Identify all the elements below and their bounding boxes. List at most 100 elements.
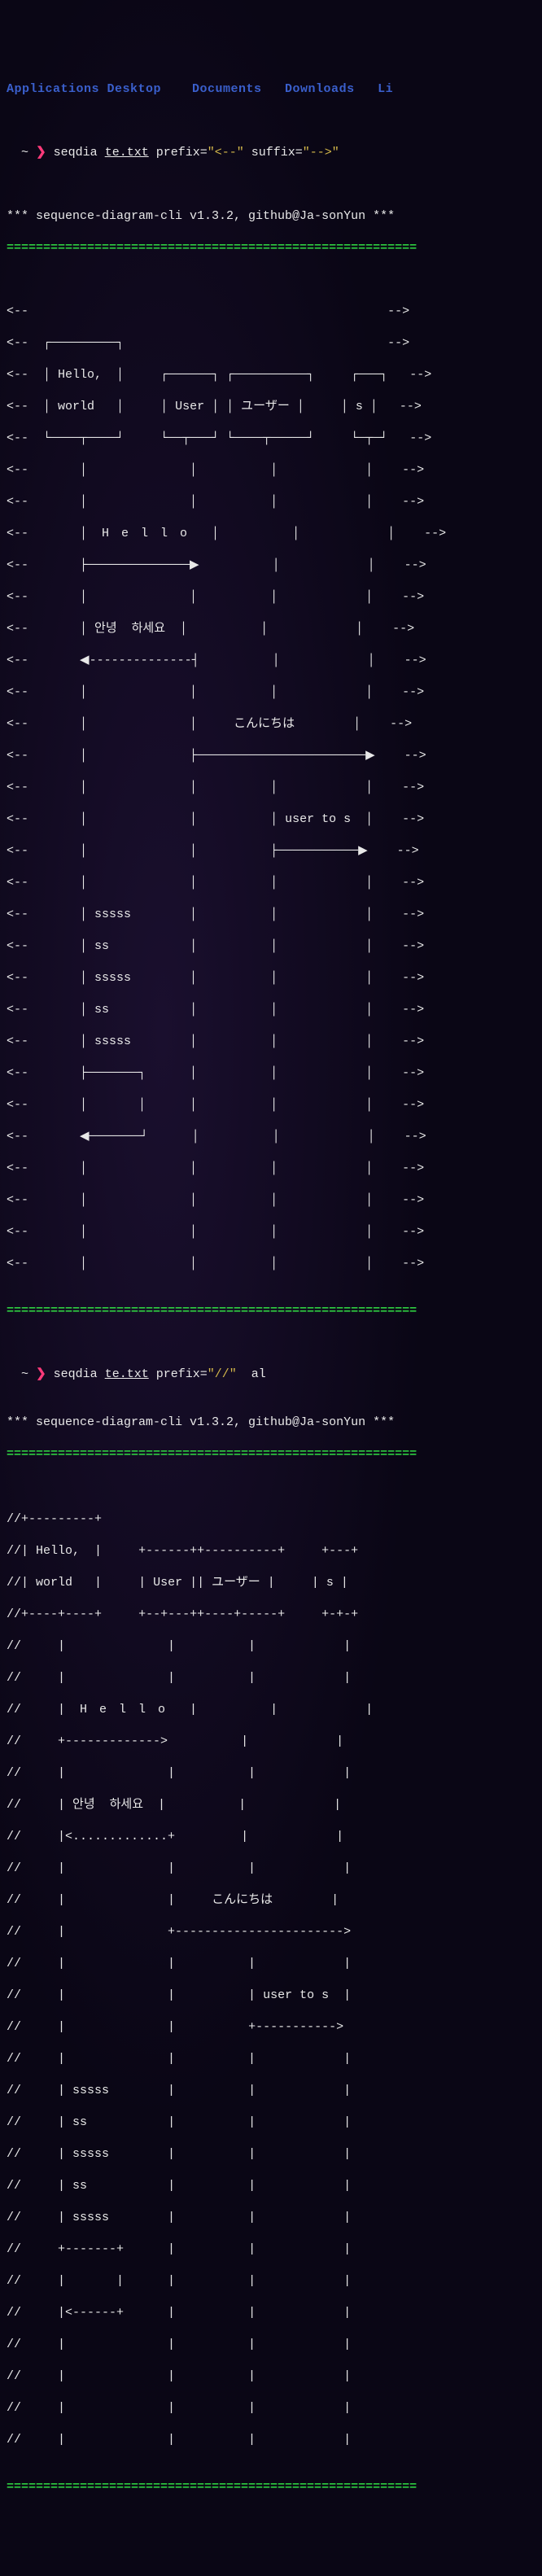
d1-row: <-- ◀───────┘ │ │ │ --> [7,1129,535,1145]
d2-row: // |<.............+ | | [7,1829,535,1845]
msg-sssss: sssss [72,2084,109,2097]
banner-line: *** sequence-diagram-cli v1.3.2, github@… [7,1415,535,1431]
d2-row: // | sssss | | | [7,2146,535,2163]
self-arrow-icon: ◀───────┘ [80,1130,148,1144]
d1-row: <-- ├──────────────▶ │ │ --> [7,558,535,574]
msg-ss: ss [72,2115,87,2129]
d2-row: // | | | | [7,1670,535,1686]
d2-row: //+----+----+ +--+---++----+-----+ +-+-+ [7,1607,535,1623]
separator: ========================================… [7,1446,535,1463]
d2-row: // | +-----------------------> [7,1924,535,1940]
separator: ========================================… [7,240,535,256]
arrow-left-icon: ◀-------------- [80,654,192,667]
arrow-right-icon: +-----------> [248,2020,343,2034]
d1-row: <-- │ ss │ │ │ --> [7,938,535,955]
arrow-left-icon: |<.............+ [58,1830,175,1843]
prompt-arrow-icon: ❯ [36,146,46,160]
d1-row: <-- │ │ │ │ --> [7,1224,535,1240]
d2-row: //| world | | User || ユーザー | | s | [7,1575,535,1591]
d2-row: // | ss | | | [7,2178,535,2194]
arrow-right-icon: ──────────────▶ [87,558,199,572]
d2-row: // | | | | [7,2368,535,2385]
cmd-arg-suffix: suffix= [251,146,303,160]
d2-row: // | | | | [7,2432,535,2448]
d1-row: <-- │ │ │ │ --> [7,780,535,796]
d1-row: <-- │ │ ├───────────▶ --> [7,843,535,859]
arrow-right-icon: +-----------------------> [168,1925,351,1939]
cmd-arg-suffix-val: "-->" [303,146,339,160]
msg-user-to-s: user to s [263,1988,329,2002]
d1-row: <-- │ │ │ │ --> [7,684,535,701]
d1-row: <-- │ Hello, │ ┌──────┐ ┌──────────┐ ┌──… [7,367,535,383]
d1-row: <-- --> [7,304,535,320]
d1-row: <-- │ │ │ user to s │ --> [7,811,535,828]
d1-row: <-- │ 안녕 하세요 │ │ │ --> [7,621,535,637]
d2-row: // +-------+ | | | [7,2241,535,2258]
d2-row: // | | | | | [7,2273,535,2290]
msg-sssss: sssss [94,908,131,921]
d1-row: <-- │ sssss │ │ │ --> [7,907,535,923]
d1-row: <-- │ ├───────────────────────▶ --> [7,748,535,764]
d2-row: // | | | | [7,1956,535,1972]
d2-row: // | | | | [7,2051,535,2067]
d1-row: <-- │ sssss │ │ │ --> [7,1034,535,1050]
cmd-file: te.txt [105,146,149,160]
d1-row: <-- └────┬────┘ └──┬───┘ └────┬─────┘ └─… [7,431,535,447]
cmd-bin: seqdia [54,1367,98,1381]
d1-row: <-- │ ss │ │ │ --> [7,1002,535,1018]
cmd-arg-prefix: prefix= [156,1367,208,1381]
msg-konnichiwa: こんにちは [234,717,295,731]
d1-row: <-- │ │ │ │ --> [7,1256,535,1272]
msg-hello: H e l l o [80,1703,168,1717]
msg-annyeong: 안녕 하세요 [72,1798,143,1812]
menubar: Applications Desktop Documents Downloads… [7,81,535,98]
msg-user-to-s: user to s [285,812,351,826]
self-arrow-icon: +-------+ [58,2242,124,2256]
d1-row: <-- │ │ こんにちは │ --> [7,716,535,733]
d2-row: // | | こんにちは | [7,1892,535,1909]
self-arrow-icon: ├───────┐ [80,1066,146,1080]
d1-row: <-- ◀--------------┤ │ │ --> [7,653,535,669]
d2-row: // | ss | | | [7,2115,535,2131]
prompt-line-2[interactable]: ~ ❯ seqdia te.txt prefix="//" al [7,1367,535,1383]
d2-row: // | sssss | | | [7,2083,535,2099]
d2-row: // | | | | [7,2400,535,2416]
msg-annyeong: 안녕 하세요 [94,622,165,636]
d2-row: // | | | | [7,1861,535,1877]
msg-ss: ss [72,2179,87,2193]
d1-row: <-- │ sssss │ │ │ --> [7,970,535,986]
d2-row: // | | | | [7,1765,535,1782]
prompt-path: ~ [21,146,28,160]
banner-line: *** sequence-diagram-cli v1.3.2, github@… [7,208,535,225]
msg-hello: H e l l o [102,527,190,540]
d2-row: // | | | user to s | [7,1988,535,2004]
d2-row: // | | +-----------> [7,2019,535,2036]
d1-row: <-- │ │ │ │ --> [7,1192,535,1209]
d1-row: <-- ├───────┐ │ │ │ --> [7,1065,535,1082]
d1-row: <-- │ │ │ │ --> [7,589,535,606]
msg-konnichiwa: こんにちは [212,1893,273,1907]
d2-row: // | sssss | | | [7,2210,535,2226]
msg-ss: ss [94,939,109,953]
cmd-file: te.txt [105,1367,149,1381]
prompt-line-1[interactable]: ~ ❯ seqdia te.txt prefix="<--" suffix="-… [7,145,535,161]
d1-row: <-- │ │ │ │ --> [7,462,535,479]
self-arrow-icon: |<------+ [58,2306,124,2320]
d1-row: <-- │ world │ │ User │ │ ユーザー │ │ s │ --… [7,399,535,415]
msg-sssss: sssss [94,1034,131,1048]
d2-row: //| Hello, | +------++----------+ +---+ [7,1543,535,1559]
cmd-arg-prefix-val: "//" [208,1367,237,1381]
arrow-right-icon: +-------------> [58,1734,168,1748]
msg-sssss: sssss [72,2147,109,2161]
cmd-bin: seqdia [54,146,98,160]
d1-row: <-- │ │ │ │ --> [7,875,535,891]
cmd-arg-prefix: prefix= [156,146,208,160]
arrow-right-icon: ───────────▶ [278,844,368,858]
msg-ss: ss [94,1003,109,1017]
d2-row: // | 안녕 하세요 | | | [7,1797,535,1813]
msg-sssss: sssss [72,2211,109,2224]
cmd-arg-prefix-val: "<--" [208,146,244,160]
d2-row: // +-------------> | | [7,1734,535,1750]
d2-row: // | | | | [7,2337,535,2353]
d2-row: //+---------+ [7,1511,535,1528]
